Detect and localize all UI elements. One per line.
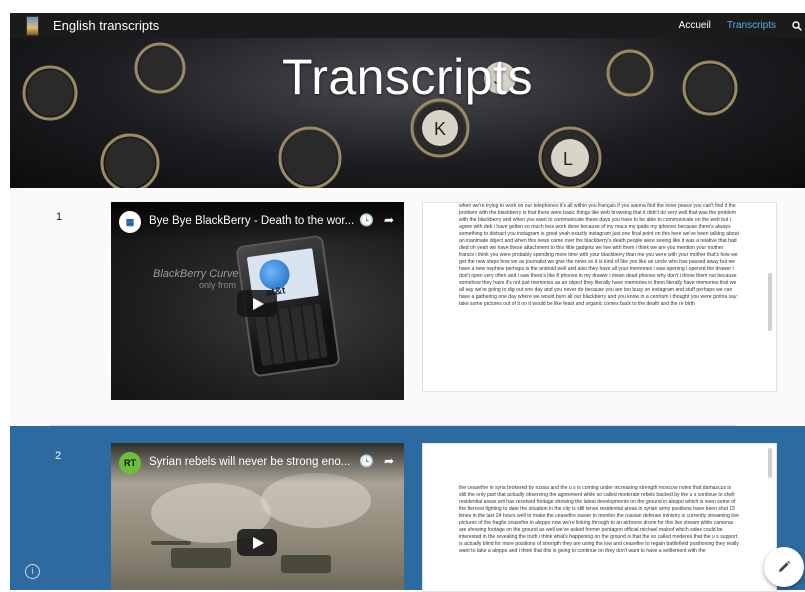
video-title[interactable]: Bye Bye BlackBerry - Death to the wor... (149, 215, 354, 227)
brand-title[interactable]: English transcripts (53, 18, 159, 33)
entry-number: 1 (56, 211, 63, 223)
scrollbar[interactable] (768, 273, 772, 331)
transcript-box-2[interactable]: the ceasefire in syria brokered by russi… (422, 443, 777, 592)
watch-later-icon[interactable]: 🕓 (359, 213, 374, 227)
video-actions: 🕓 ➦ (359, 454, 394, 468)
scrollbar[interactable] (768, 448, 772, 478)
video-player-1[interactable]: BlackBerry Curve only from at&t ▦ Bye By… (111, 202, 404, 400)
page-title: Transcripts (282, 49, 533, 105)
transcript-entry-1: 1 BlackBerry Curve only from at&t ▦ Bye … (10, 188, 805, 426)
transcript-box-1[interactable]: when we're trying to work on our telepho… (422, 202, 777, 392)
share-icon[interactable]: ➦ (384, 213, 394, 227)
nav-link-transcripts[interactable]: Transcripts (727, 20, 776, 31)
info-icon[interactable]: i (25, 564, 40, 579)
nav-link-accueil[interactable]: Accueil (679, 20, 711, 31)
svg-text:L: L (563, 149, 573, 169)
play-icon[interactable] (237, 290, 277, 317)
transcript-text: the ceasefire in syria brokered by russi… (459, 485, 739, 554)
pencil-icon[interactable] (764, 547, 804, 587)
transcript-text: when we're trying to work on our telepho… (459, 203, 739, 307)
play-icon[interactable] (237, 529, 277, 556)
search-icon[interactable] (792, 20, 802, 31)
entry-number: 2 (55, 450, 62, 462)
video-actions: 🕓 ➦ (359, 213, 394, 227)
video-player-2[interactable]: RT Syrian rebels will never be strong en… (111, 443, 404, 590)
share-icon[interactable]: ➦ (384, 454, 394, 468)
rt-channel-icon[interactable]: RT (119, 452, 141, 474)
navbar: English transcripts Accueil Transcripts (10, 13, 805, 38)
watch-later-icon[interactable]: 🕓 (359, 454, 374, 468)
video-title[interactable]: Syrian rebels will never be strong eno..… (149, 456, 350, 468)
transcript-entry-2: 2 RT Syrian rebels will never be strong … (10, 426, 805, 592)
hero-banner: K J L Transcripts (10, 38, 805, 188)
thumbnail-caption: BlackBerry Curve only from (153, 268, 239, 290)
svg-text:K: K (434, 119, 446, 139)
blackberry-channel-icon[interactable]: ▦ (119, 211, 141, 233)
nav-links: Accueil Transcripts (663, 20, 805, 31)
site-logo[interactable] (26, 15, 39, 36)
